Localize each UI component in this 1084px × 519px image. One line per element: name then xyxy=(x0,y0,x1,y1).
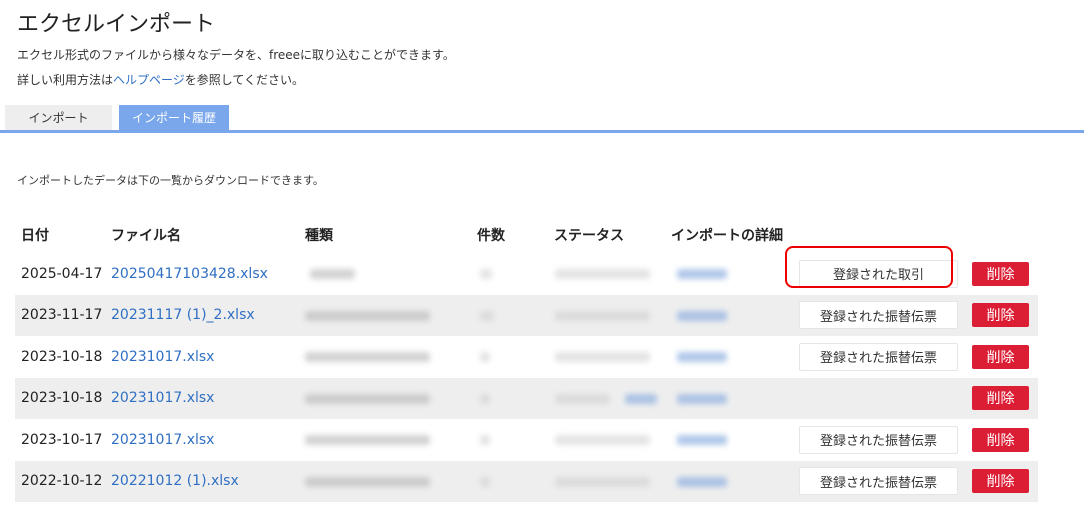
header-count: 件数 xyxy=(477,228,505,244)
row-date: 2023-10-17 xyxy=(21,431,103,448)
redacted-detail-link xyxy=(677,393,727,404)
row-file-link[interactable]: 20231017.xlsx xyxy=(111,336,214,378)
view-registered-journal-button[interactable]: 登録された振替伝票 xyxy=(799,301,958,330)
redacted-type xyxy=(310,269,355,279)
tab-import[interactable]: インポート xyxy=(5,105,112,132)
table-row: 2023-10-18 20231017.xlsx 登録された振替伝票 削除 xyxy=(15,336,1038,378)
row-delete-cell: 削除 xyxy=(972,336,1029,378)
delete-button[interactable]: 削除 xyxy=(972,261,1029,286)
row-delete-cell: 削除 xyxy=(972,295,1029,337)
redacted-detail-link xyxy=(677,435,727,445)
row-detail-cell: 登録された振替伝票 xyxy=(799,419,958,461)
intro-text: インポートしたデータは下の一覧からダウンロードできます。 xyxy=(17,174,324,187)
row-date: 2025-04-17 xyxy=(21,265,103,282)
redacted-status xyxy=(555,435,650,445)
redacted-status xyxy=(555,269,650,279)
redacted-count xyxy=(480,435,490,445)
row-delete-cell: 削除 xyxy=(972,461,1029,503)
redacted-type xyxy=(305,476,430,487)
help-text-after: を参照してください。 xyxy=(184,73,305,87)
page-description: エクセル形式のファイルから様々なデータを、freeeに取り込むことができます。 xyxy=(17,48,455,62)
table-header: 日付 ファイル名 種類 件数 ステータス インポートの詳細 xyxy=(15,213,1038,253)
redacted-type xyxy=(305,352,430,362)
redacted-type xyxy=(305,393,430,404)
row-file-link[interactable]: 20231017.xlsx xyxy=(111,378,214,420)
table-row: 2023-11-17 20231117 (1)_2.xlsx 登録された振替伝票… xyxy=(15,294,1038,337)
row-file-link[interactable]: 20221012 (1).xlsx xyxy=(111,461,239,503)
page-title: エクセルインポート xyxy=(17,12,216,37)
redacted-count xyxy=(480,310,494,321)
redacted-detail-link xyxy=(677,476,727,487)
view-registered-entries-button[interactable]: 登録された取引 xyxy=(799,259,958,288)
row-delete-cell: 削除 xyxy=(972,378,1029,420)
row-detail-cell: 登録された取引 xyxy=(799,253,958,295)
view-registered-journal-button[interactable]: 登録された振替伝票 xyxy=(799,425,958,454)
table-row: 2022-10-12 20221012 (1).xlsx 登録された振替伝票 削… xyxy=(15,460,1038,503)
view-registered-journal-button[interactable]: 登録された振替伝票 xyxy=(799,467,958,496)
redacted-count xyxy=(480,269,492,279)
row-date: 2023-10-18 xyxy=(21,348,103,365)
import-history-table: 日付 ファイル名 種類 件数 ステータス インポートの詳細 2025-04-17… xyxy=(15,213,1038,502)
delete-button[interactable]: 削除 xyxy=(972,386,1029,411)
view-registered-journal-button[interactable]: 登録された振替伝票 xyxy=(799,342,958,371)
delete-button[interactable]: 削除 xyxy=(972,344,1029,369)
redacted-count xyxy=(480,393,490,404)
redacted-detail-link xyxy=(677,310,727,321)
tab-import-history[interactable]: インポート履歴 xyxy=(119,105,229,132)
row-detail-cell: 登録された振替伝票 xyxy=(799,295,958,337)
row-file-link[interactable]: 20250417103428.xlsx xyxy=(111,253,268,295)
row-file-link[interactable]: 20231017.xlsx xyxy=(111,419,214,461)
redacted-status-link xyxy=(625,393,657,404)
redacted-detail-link xyxy=(677,352,727,362)
redacted-type xyxy=(305,435,430,445)
help-text-before: 詳しい利用方法は xyxy=(17,73,114,87)
row-date: 2023-10-18 xyxy=(21,390,103,407)
row-date: 2022-10-12 xyxy=(21,473,103,490)
row-delete-cell: 削除 xyxy=(972,419,1029,461)
row-date: 2023-11-17 xyxy=(21,307,103,324)
redacted-status xyxy=(555,476,650,487)
header-status: ステータス xyxy=(554,228,624,244)
delete-button[interactable]: 削除 xyxy=(972,303,1029,328)
table-row: 2023-10-18 20231017.xlsx 削除 xyxy=(15,377,1038,420)
row-detail-cell: 登録された振替伝票 xyxy=(799,461,958,503)
redacted-status xyxy=(555,352,650,362)
redacted-status xyxy=(555,393,610,404)
header-import-detail: インポートの詳細 xyxy=(671,228,783,244)
delete-button[interactable]: 削除 xyxy=(972,427,1029,452)
header-date: 日付 xyxy=(21,228,49,244)
redacted-status xyxy=(555,310,650,321)
redacted-type xyxy=(305,310,430,321)
header-file-name: ファイル名 xyxy=(111,228,181,244)
redacted-detail-link xyxy=(677,269,727,279)
row-detail-cell: 登録された振替伝票 xyxy=(799,336,958,378)
header-type: 種類 xyxy=(305,228,333,244)
table-row: 2025-04-17 20250417103428.xlsx 登録された取引 削… xyxy=(15,253,1038,295)
redacted-count xyxy=(480,352,490,362)
row-delete-cell: 削除 xyxy=(972,253,1029,295)
delete-button[interactable]: 削除 xyxy=(972,469,1029,494)
table-row: 2023-10-17 20231017.xlsx 登録された振替伝票 削除 xyxy=(15,419,1038,461)
help-page-link[interactable]: ヘルプページ xyxy=(113,73,185,87)
tab-underline xyxy=(0,130,1084,133)
redacted-count xyxy=(480,476,490,487)
help-description: 詳しい利用方法はヘルプページを参照してください。 xyxy=(17,71,304,88)
row-file-link[interactable]: 20231117 (1)_2.xlsx xyxy=(111,295,255,337)
